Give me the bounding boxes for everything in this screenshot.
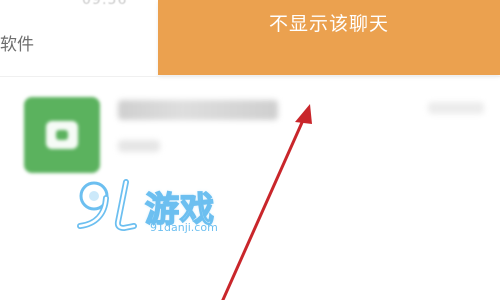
conversation-title-blurred bbox=[118, 100, 278, 120]
chat-bubble-icon bbox=[46, 121, 78, 149]
conversation-time-blurred bbox=[428, 102, 484, 114]
watermark-9l-logo bbox=[77, 179, 137, 231]
section-label: 软件 bbox=[0, 35, 34, 55]
watermark-url: 91danji.com bbox=[150, 221, 218, 234]
status-time: 09:56 bbox=[82, 0, 128, 8]
hide-chat-label: 不显示该聊天 bbox=[268, 13, 389, 35]
conversation-row[interactable] bbox=[0, 80, 500, 190]
conversation-preview-blurred bbox=[118, 140, 160, 152]
hide-chat-button[interactable]: 不显示该聊天 bbox=[158, 0, 500, 75]
row-divider bbox=[0, 76, 500, 77]
watermark-logo: 游戏 91danji.com bbox=[72, 176, 242, 246]
app-icon bbox=[24, 97, 100, 173]
